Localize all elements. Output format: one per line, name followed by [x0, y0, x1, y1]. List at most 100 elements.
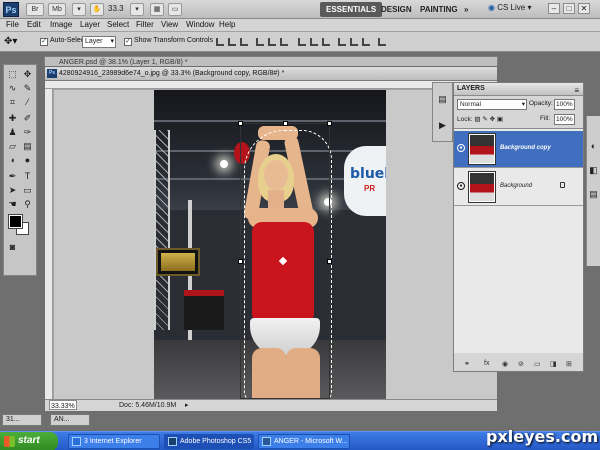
align-left-icon[interactable]: [256, 38, 264, 46]
auto-align-icon[interactable]: [378, 38, 386, 46]
fill-field[interactable]: 100%: [554, 114, 575, 125]
eraser-tool-icon[interactable]: ▱: [6, 140, 19, 153]
crop-tool-icon[interactable]: ⌗: [6, 96, 19, 109]
zoom-dropdown[interactable]: ▾: [130, 3, 144, 16]
minimize-button[interactable]: –: [548, 3, 560, 14]
brush-tool-icon[interactable]: ✐: [21, 112, 34, 125]
layer-row-background[interactable]: ● Background: [454, 169, 583, 206]
canvas[interactable]: blueb PR: [54, 90, 497, 402]
menu-view[interactable]: View: [161, 20, 178, 29]
dodge-tool-icon[interactable]: ●: [21, 154, 34, 167]
align-bottom-icon[interactable]: [240, 38, 248, 46]
lock-pixels-icon[interactable]: ✎: [482, 116, 487, 123]
minimized-doc-2[interactable]: AN...: [50, 414, 90, 426]
transform-handle[interactable]: [238, 259, 243, 264]
opacity-field[interactable]: 100%: [554, 99, 575, 110]
adjustment-layer-icon[interactable]: ⊘: [518, 360, 524, 368]
arrange-documents-button[interactable]: ▦: [150, 3, 164, 16]
cs-live-button[interactable]: ◉ CS Live ▾: [488, 3, 531, 12]
minimized-doc-1[interactable]: 31...: [2, 414, 42, 426]
gradient-tool-icon[interactable]: ▤: [21, 140, 34, 153]
group-icon[interactable]: ▭: [534, 360, 541, 368]
auto-select-checkbox[interactable]: ✓: [40, 38, 48, 46]
move-tool-icon[interactable]: ✥: [21, 68, 34, 81]
trash-icon[interactable]: ⊞: [566, 360, 572, 368]
marquee-tool-icon[interactable]: ⬚: [6, 68, 19, 81]
pen-tool-icon[interactable]: ✒: [6, 170, 19, 183]
history-brush-icon[interactable]: ✑: [21, 126, 34, 139]
transform-handle[interactable]: [238, 121, 243, 126]
masks-panel-icon[interactable]: ◧: [587, 164, 600, 177]
menu-edit[interactable]: Edit: [27, 20, 41, 29]
extras-button[interactable]: ▾: [72, 3, 86, 16]
align-right-icon[interactable]: [280, 38, 288, 46]
document-title-bar[interactable]: Ps 4280924916_23989d6e74_o.jpg @ 33.3% (…: [45, 67, 497, 81]
maximize-button[interactable]: □: [563, 3, 575, 14]
actions-panel-icon[interactable]: ▶: [436, 119, 449, 132]
visibility-eye-icon[interactable]: ●: [457, 144, 465, 152]
new-layer-icon[interactable]: ◨: [550, 360, 557, 368]
add-mask-icon[interactable]: ◉: [502, 360, 508, 368]
shape-tool-icon[interactable]: ▭: [21, 184, 34, 197]
auto-select-dropdown[interactable]: Layer ▾: [82, 36, 116, 48]
vertical-ruler[interactable]: [45, 89, 53, 399]
align-hcenter-icon[interactable]: [268, 38, 276, 46]
lock-all-icon[interactable]: ▣: [497, 116, 503, 123]
distribute-right-icon[interactable]: [362, 38, 370, 46]
layers-panel-header[interactable]: LAYERS ≡: [454, 83, 583, 96]
channels-panel-icon[interactable]: ▤: [587, 188, 600, 201]
status-arrow-icon[interactable]: ▸: [185, 400, 189, 411]
path-select-tool-icon[interactable]: ➤: [6, 184, 19, 197]
link-layers-icon[interactable]: ⚭: [464, 360, 470, 368]
lasso-tool-icon[interactable]: ∿: [6, 82, 19, 95]
taskbar-photoshop[interactable]: Adobe Photoshop CS5: [164, 434, 254, 449]
distribute-bottom-icon[interactable]: [322, 38, 330, 46]
lock-position-icon[interactable]: ✥: [490, 116, 495, 123]
menu-image[interactable]: Image: [50, 20, 72, 29]
menu-window[interactable]: Window: [186, 20, 214, 29]
horizontal-ruler[interactable]: [45, 81, 497, 89]
distribute-top-icon[interactable]: [298, 38, 306, 46]
history-panel-icon[interactable]: ▤: [436, 93, 449, 106]
eyedropper-tool-icon[interactable]: ⁄: [21, 96, 34, 109]
status-zoom-field[interactable]: 33.33%: [49, 400, 77, 410]
blur-tool-icon[interactable]: ◖: [6, 154, 19, 167]
transform-handle[interactable]: [327, 121, 332, 126]
workspace-design[interactable]: DESIGN: [375, 2, 418, 17]
blend-mode-dropdown[interactable]: Normal ▾: [457, 99, 527, 110]
menu-select[interactable]: Select: [107, 20, 129, 29]
adjustments-panel-icon[interactable]: ◐: [587, 140, 600, 153]
quick-select-tool-icon[interactable]: ✎: [21, 82, 34, 95]
show-transform-checkbox[interactable]: ✓: [124, 38, 132, 46]
quick-mask-icon[interactable]: ◙: [6, 241, 19, 254]
start-button[interactable]: start: [0, 432, 58, 450]
foreground-color-swatch[interactable]: [8, 214, 23, 229]
align-vcenter-icon[interactable]: [228, 38, 236, 46]
workspace-more[interactable]: »: [458, 2, 474, 17]
align-top-icon[interactable]: [216, 38, 224, 46]
distribute-vcenter-icon[interactable]: [310, 38, 318, 46]
menu-filter[interactable]: Filter: [136, 20, 154, 29]
zoom-level[interactable]: 33.3: [108, 4, 124, 13]
taskbar-internet-explorer[interactable]: 3 Internet Explorer: [68, 434, 160, 449]
move-tool-preset-icon[interactable]: ✥▾: [4, 36, 17, 47]
mini-bridge-button[interactable]: Mb: [48, 3, 66, 16]
screen-mode-button[interactable]: ▭: [168, 3, 182, 16]
taskbar-word[interactable]: ANGER - Microsoft W...: [258, 434, 350, 449]
transform-bounding-box[interactable]: [238, 121, 332, 399]
menu-help[interactable]: Help: [219, 20, 235, 29]
workspace-painting[interactable]: PAINTING: [414, 2, 464, 17]
close-button[interactable]: ✕: [578, 3, 590, 14]
type-tool-icon[interactable]: T: [21, 170, 34, 183]
hand-tool-icon[interactable]: ☚: [6, 198, 19, 211]
layer-row-background-copy[interactable]: ● Background copy: [454, 131, 583, 168]
distribute-hcenter-icon[interactable]: [350, 38, 358, 46]
menu-file[interactable]: File: [6, 20, 19, 29]
hand-tool-button[interactable]: ✋: [90, 3, 104, 16]
transform-handle[interactable]: [283, 121, 288, 126]
clone-stamp-icon[interactable]: ♟: [6, 126, 19, 139]
healing-brush-icon[interactable]: ✚: [6, 112, 19, 125]
workspace-essentials[interactable]: ESSENTIALS: [320, 2, 383, 17]
menu-layer[interactable]: Layer: [80, 20, 100, 29]
panel-menu-icon[interactable]: ≡: [574, 85, 579, 97]
